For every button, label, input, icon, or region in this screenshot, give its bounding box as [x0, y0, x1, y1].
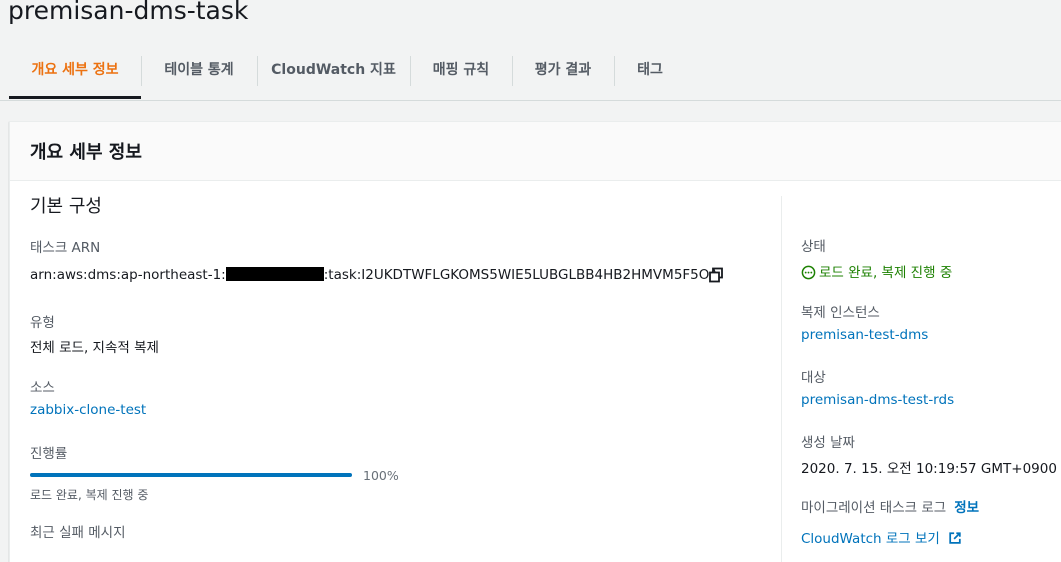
progress-bar-fill	[30, 473, 352, 477]
target-endpoint-link[interactable]: premisan-dms-test-rds	[801, 392, 954, 408]
task-arn-value: arn:aws:dms:ap-northeast-1: :task:I2UKDTW…	[30, 267, 718, 283]
creation-date-value: 2020. 7. 15. 오전 10:19:57 GMT+0900	[801, 461, 1057, 477]
source-endpoint-link[interactable]: zabbix-clone-test	[30, 402, 146, 418]
tab-bar: 개요 세부 정보 테이블 통계 CloudWatch 지표 매핑 규칙 평가 결…	[0, 42, 1061, 101]
creation-date-label: 생성 날짜	[801, 435, 855, 451]
status-in-progress-icon	[801, 265, 816, 280]
replication-instance-link[interactable]: premisan-test-dms	[801, 327, 928, 343]
status-value: 로드 완료, 복제 진행 중	[801, 261, 952, 281]
progress-bar	[30, 473, 352, 477]
tab-tags[interactable]: 태그	[614, 42, 686, 99]
tab-separator	[512, 56, 513, 86]
cloudwatch-logs-link[interactable]: CloudWatch 로그 보기	[801, 527, 962, 547]
tab-active-underline	[9, 96, 141, 99]
source-label: 소스	[30, 380, 55, 396]
cloudwatch-logs-text[interactable]: CloudWatch 로그 보기	[801, 531, 940, 547]
target-label: 대상	[801, 370, 826, 386]
progress-description: 로드 완료, 복제 진행 중	[30, 488, 149, 502]
tab-overview[interactable]: 개요 세부 정보	[9, 42, 141, 99]
tab-assessment-results[interactable]: 평가 결과	[512, 42, 614, 99]
status-text: 로드 완료, 복제 진행 중	[819, 265, 953, 281]
section-title-basic-config: 기본 구성	[30, 196, 102, 217]
redacted-account-id	[225, 267, 324, 281]
tab-table-statistics[interactable]: 테이블 통계	[141, 42, 257, 99]
overview-details-panel: 개요 세부 정보 기본 구성 태스크 ARN arn:aws:dms:ap-no…	[9, 121, 1061, 562]
tab-separator	[614, 56, 615, 86]
tab-separator	[257, 56, 258, 86]
type-label: 유형	[30, 315, 55, 331]
last-failure-label: 최근 실패 메시지	[30, 525, 126, 541]
tab-separator	[410, 56, 411, 86]
page-title: premisan-dms-task	[8, 0, 249, 25]
tab-separator	[141, 56, 142, 86]
migration-task-logs-text: 마이그레이션 태스크 로그	[801, 500, 947, 516]
replication-instance-label: 복제 인스턴스	[801, 305, 880, 321]
type-value: 전체 로드, 지속적 복제	[30, 340, 159, 356]
panel-title: 개요 세부 정보	[30, 142, 142, 163]
panel-header: 개요 세부 정보	[10, 122, 1061, 181]
column-divider	[781, 196, 782, 562]
tab-cloudwatch-metrics[interactable]: CloudWatch 지표	[257, 42, 410, 99]
status-label: 상태	[801, 239, 826, 255]
external-link-icon	[949, 532, 961, 544]
task-arn-suffix: :task:I2UKDTWFLGKOMS5WIE5LUBGLBB4HB2HMVM…	[323, 267, 719, 283]
task-arn-prefix: arn:aws:dms:ap-northeast-1:	[30, 267, 226, 283]
task-arn-label: 태스크 ARN	[30, 240, 101, 256]
progress-percent: 100%	[363, 468, 399, 483]
copy-icon[interactable]	[708, 267, 724, 283]
info-link[interactable]: 정보	[954, 500, 979, 516]
migration-task-logs-label: 마이그레이션 태스크 로그 정보	[801, 496, 979, 516]
progress-label: 진행률	[30, 446, 68, 462]
tab-mapping-rules[interactable]: 매핑 규칙	[410, 42, 512, 99]
